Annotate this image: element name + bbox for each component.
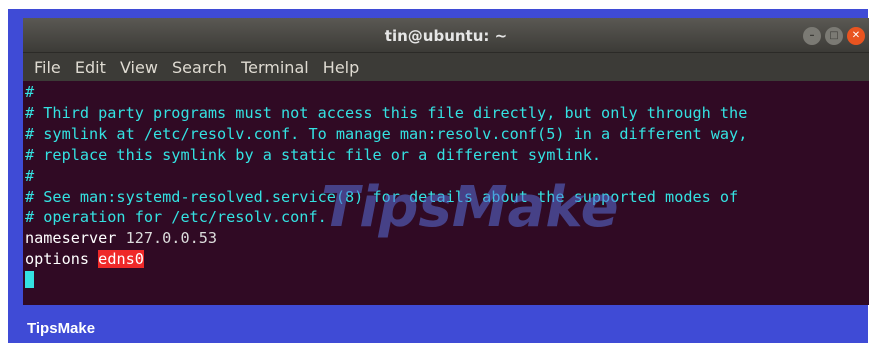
terminal-line: # <box>25 166 35 185</box>
terminal-line: # operation for /etc/resolv.conf. <box>25 208 327 227</box>
terminal-content[interactable]: # # Third party programs must not access … <box>25 82 867 305</box>
minimize-button[interactable]: – <box>803 27 821 45</box>
options-line: options edns0 <box>25 249 867 270</box>
menu-terminal[interactable]: Terminal <box>241 58 309 77</box>
terminal-line: # Third party programs must not access t… <box>25 103 748 122</box>
terminal-line: # replace this symlink by a static file … <box>25 145 602 164</box>
terminal-line: # symlink at /etc/resolv.conf. To manage… <box>25 124 748 143</box>
window-title: tin@ubuntu: ~ <box>384 27 508 45</box>
menu-file[interactable]: File <box>34 58 61 77</box>
text-cursor <box>25 271 34 289</box>
terminal-window: tin@ubuntu: ~ – □ ✕ File Edit View Searc… <box>23 18 869 305</box>
menu-bar: File Edit View Search Terminal Help <box>23 53 869 81</box>
menu-edit[interactable]: Edit <box>75 58 106 77</box>
footer-brand: TipsMake <box>27 320 96 337</box>
menu-view[interactable]: View <box>120 58 158 77</box>
close-button[interactable]: ✕ <box>847 27 865 45</box>
terminal-line: # See man:systemd-resolved.service(8) fo… <box>25 187 739 206</box>
nameserver-key: nameserver <box>25 229 117 248</box>
maximize-button[interactable]: □ <box>825 27 843 45</box>
cursor-line <box>25 270 867 291</box>
terminal-line: # <box>25 83 35 101</box>
menu-help[interactable]: Help <box>323 58 359 77</box>
nameserver-value: 127.0.0.53 <box>116 229 218 248</box>
menu-search[interactable]: Search <box>172 58 227 77</box>
nameserver-line: nameserver 127.0.0.53 <box>25 228 867 249</box>
options-value: edns0 <box>98 250 144 269</box>
title-bar[interactable]: tin@ubuntu: ~ – □ ✕ <box>23 18 869 53</box>
options-key: options <box>25 250 90 269</box>
